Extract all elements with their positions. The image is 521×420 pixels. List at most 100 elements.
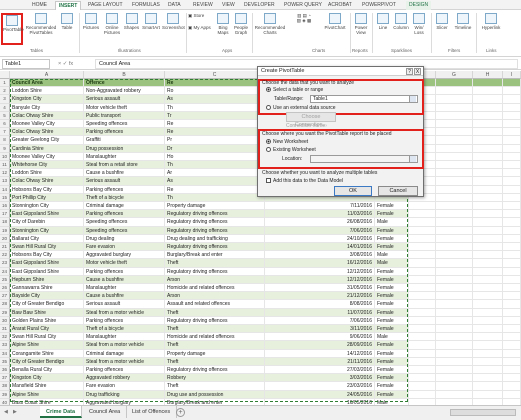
select-table-radio[interactable]: Select a table or range: [266, 87, 323, 93]
smartart-button[interactable]: SmartArt: [141, 13, 161, 45]
table-cell[interactable]: Homicide and related offences: [165, 333, 265, 341]
table-cell[interactable]: Cause a bushfire: [84, 275, 165, 283]
row-header[interactable]: 27: [0, 292, 10, 301]
table-cell[interactable]: Speeding offences: [84, 120, 165, 128]
table-cell[interactable]: 8/08/2016: [265, 300, 375, 308]
help-icon[interactable]: ?: [406, 68, 413, 75]
table-cell[interactable]: [503, 226, 521, 234]
table-cell[interactable]: [409, 374, 436, 382]
table-header-cell[interactable]: Council Area: [10, 79, 84, 87]
tab-design[interactable]: DESIGN: [406, 1, 432, 10]
tab-powerpivot[interactable]: POWERPIVOT: [362, 1, 396, 10]
table-cell[interactable]: [436, 144, 473, 152]
sparkline-winloss-button[interactable]: Win/ Loss: [411, 13, 427, 45]
tab-home[interactable]: HOME: [32, 1, 47, 10]
table-cell[interactable]: 26/08/2016: [265, 218, 375, 226]
table-cell[interactable]: [473, 275, 503, 283]
table-cell[interactable]: East Gippsland Shire: [10, 259, 84, 267]
table-cell[interactable]: [503, 111, 521, 119]
table-cell[interactable]: [473, 382, 503, 390]
table-cell[interactable]: [473, 218, 503, 226]
row-header[interactable]: 36: [0, 366, 10, 375]
table-header-cell[interactable]: Re: [165, 79, 265, 87]
table-cell[interactable]: East Gippsland Shire: [10, 267, 84, 275]
horizontal-scrollbar[interactable]: [450, 409, 516, 416]
table-cell[interactable]: Swan Hill Rural City: [10, 333, 84, 341]
table-cell[interactable]: Th: [165, 103, 265, 111]
table-cell[interactable]: Female: [375, 316, 409, 324]
column-header-a[interactable]: A: [10, 71, 84, 79]
table-cell[interactable]: 23/03/2016: [265, 382, 375, 390]
power-view-button[interactable]: Power View: [352, 13, 370, 45]
table-cell[interactable]: Loddon Shire: [10, 87, 84, 95]
table-cell[interactable]: Parking offences: [84, 185, 165, 193]
table-cell[interactable]: [436, 259, 473, 267]
table-cell[interactable]: [436, 177, 473, 185]
table-cell[interactable]: Aggravated robbery: [84, 374, 165, 382]
row-header[interactable]: 3: [0, 95, 10, 104]
table-cell[interactable]: [409, 333, 436, 341]
table-cell[interactable]: Motor vehicle theft: [84, 259, 165, 267]
table-cell[interactable]: 9/06/2016: [265, 333, 375, 341]
table-cell[interactable]: [409, 251, 436, 259]
table-cell[interactable]: Benalla Rural City: [10, 366, 84, 374]
slicer-button[interactable]: Slicer: [434, 13, 450, 45]
pivottable-button[interactable]: PivotTable: [1, 13, 24, 45]
table-cell[interactable]: Stonnington City: [10, 226, 84, 234]
table-cell[interactable]: [409, 300, 436, 308]
table-cell[interactable]: Ararat Rural City: [10, 325, 84, 333]
table-cell[interactable]: [473, 177, 503, 185]
table-cell[interactable]: [436, 103, 473, 111]
tab-acrobat[interactable]: ACROBAT: [328, 1, 352, 10]
table-cell[interactable]: [409, 308, 436, 316]
table-cell[interactable]: Theft: [165, 308, 265, 316]
range-picker-icon[interactable]: [409, 96, 416, 102]
table-cell[interactable]: Female: [375, 308, 409, 316]
tab-view[interactable]: VIEW: [222, 1, 235, 10]
close-icon[interactable]: X: [414, 68, 421, 75]
table-cell[interactable]: Th: [165, 193, 265, 201]
table-cell[interactable]: 28/09/2016: [265, 341, 375, 349]
tab-formulas[interactable]: FORMULAS: [132, 1, 160, 10]
table-cell[interactable]: Arson: [165, 275, 265, 283]
location-picker-icon[interactable]: [409, 156, 416, 162]
table-cell[interactable]: [473, 325, 503, 333]
tab-developer[interactable]: DEVELOPER: [244, 1, 275, 10]
row-header[interactable]: 34: [0, 349, 10, 358]
table-cell[interactable]: [473, 284, 503, 292]
table-cell[interactable]: [436, 349, 473, 357]
table-cell[interactable]: [436, 111, 473, 119]
table-cell[interactable]: Criminal damage: [84, 202, 165, 210]
table-cell[interactable]: Female: [375, 374, 409, 382]
table-cell[interactable]: Assault and related offences: [165, 300, 265, 308]
table-cell[interactable]: [473, 308, 503, 316]
table-cell[interactable]: Parking offences: [84, 128, 165, 136]
table-cell[interactable]: [473, 366, 503, 374]
table-cell[interactable]: Regulatory driving offences: [165, 267, 265, 275]
table-cell[interactable]: As: [165, 95, 265, 103]
table-cell[interactable]: Regulatory driving offences: [165, 316, 265, 324]
table-cell[interactable]: Male: [375, 218, 409, 226]
table-cell[interactable]: Male: [375, 259, 409, 267]
row-header[interactable]: 39: [0, 390, 10, 399]
table-cell[interactable]: Pr: [165, 136, 265, 144]
table-cell[interactable]: Female: [375, 275, 409, 283]
table-cell[interactable]: [503, 284, 521, 292]
table-cell[interactable]: 7/06/2016: [265, 226, 375, 234]
table-cell[interactable]: Serious assault: [84, 177, 165, 185]
row-header[interactable]: 38: [0, 382, 10, 391]
table-cell[interactable]: 11/07/2016: [265, 308, 375, 316]
table-cell[interactable]: [503, 251, 521, 259]
table-cell[interactable]: [503, 193, 521, 201]
table-cell[interactable]: [436, 325, 473, 333]
row-header[interactable]: 18: [0, 218, 10, 227]
table-cell[interactable]: [503, 316, 521, 324]
table-cell[interactable]: Non-Aggravated robbery: [84, 87, 165, 95]
table-cell[interactable]: Drug dealing and trafficking: [165, 234, 265, 242]
table-cell[interactable]: 11/03/2016: [265, 210, 375, 218]
table-cell[interactable]: Hepburn Shire: [10, 275, 84, 283]
table-cell[interactable]: Serious assault: [84, 300, 165, 308]
table-cell[interactable]: 21/11/2016: [265, 357, 375, 365]
table-cell[interactable]: City of Greater Bendigo: [10, 300, 84, 308]
table-cell[interactable]: 12/12/2016: [265, 275, 375, 283]
